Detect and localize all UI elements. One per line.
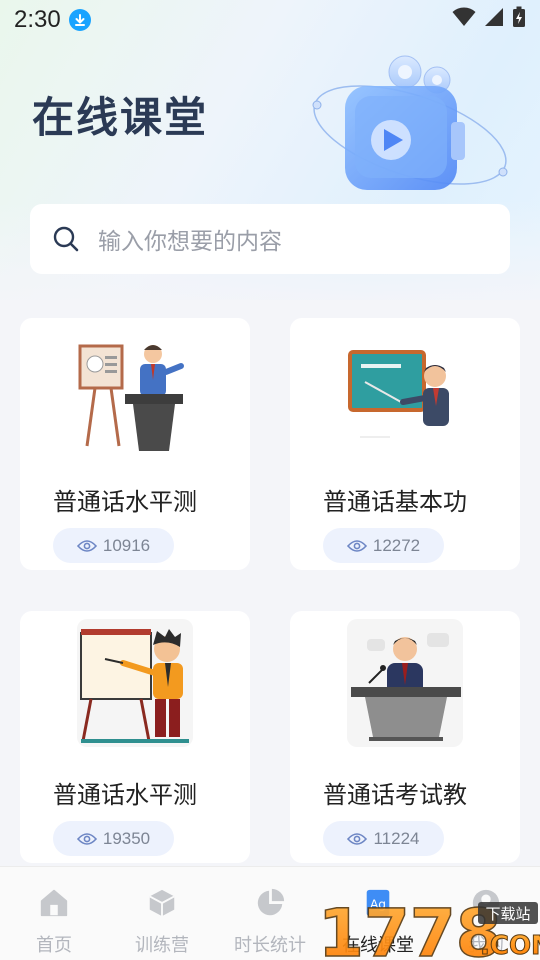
view-count: 11224: [373, 828, 420, 848]
course-card[interactable]: 普通话基本功 12272: [290, 318, 520, 570]
tab-stats[interactable]: 时长统计: [216, 877, 324, 957]
status-time: 2:30: [14, 6, 61, 33]
battery-icon: [513, 6, 525, 27]
course-card[interactable]: 普通话考试教 11224: [290, 611, 520, 863]
download-icon: [68, 9, 91, 31]
tab-home[interactable]: 首页: [0, 877, 108, 957]
search-input[interactable]: 输入你想要的内容: [30, 204, 510, 274]
eye-icon: [76, 539, 97, 552]
eye-icon: [347, 832, 368, 845]
search-icon: [53, 226, 79, 252]
course-title: 普通话水平测: [53, 488, 197, 516]
view-count-badge: 19350: [53, 821, 174, 856]
home-icon: [40, 889, 68, 917]
svg-text:.COM: .COM: [480, 931, 540, 960]
page-title: 在线课堂: [32, 93, 209, 142]
view-count-badge: 12272: [323, 528, 444, 563]
view-count: 12272: [372, 535, 421, 555]
view-count-badge: 10916: [53, 528, 174, 563]
course-thumbnail-speaker-lectern: [347, 619, 463, 747]
svg-text:下载站: 下载站: [485, 905, 530, 923]
wifi-icon: [452, 7, 476, 26]
signal-icon: [485, 8, 503, 26]
course-thumbnail-teacher-podium: [78, 344, 184, 451]
svg-text:1778: 1778: [318, 898, 502, 960]
search-placeholder: 输入你想要的内容: [98, 229, 282, 255]
status-icons: [452, 6, 526, 28]
course-card[interactable]: 普通话水平测 19350: [20, 611, 250, 863]
course-title: 普通话水平测: [53, 781, 197, 809]
cube-icon: [149, 889, 175, 917]
view-count-badge: 11224: [323, 821, 444, 856]
tab-training[interactable]: 训练营: [108, 877, 216, 957]
view-count: 10916: [102, 535, 151, 555]
view-count: 19350: [102, 828, 151, 848]
video-player-illustration: [312, 55, 508, 190]
site-watermark-logo: 1778 下载站 .COM: [318, 898, 540, 960]
tab-label: 首页: [36, 935, 72, 956]
course-card[interactable]: 普通话水平测 10916: [20, 318, 250, 570]
tab-label: 时长统计: [234, 935, 306, 956]
tab-label: 训练营: [135, 935, 189, 956]
course-thumbnail-teacher-board: [348, 350, 449, 438]
pie-chart-icon: [257, 888, 285, 916]
status-bar: 2:30: [0, 0, 540, 40]
eye-icon: [346, 539, 367, 552]
course-title: 普通话考试教: [323, 781, 467, 809]
eye-icon: [76, 832, 97, 845]
course-thumbnail-presenter-flipchart: [77, 619, 193, 747]
course-title: 普通话基本功: [323, 488, 467, 516]
